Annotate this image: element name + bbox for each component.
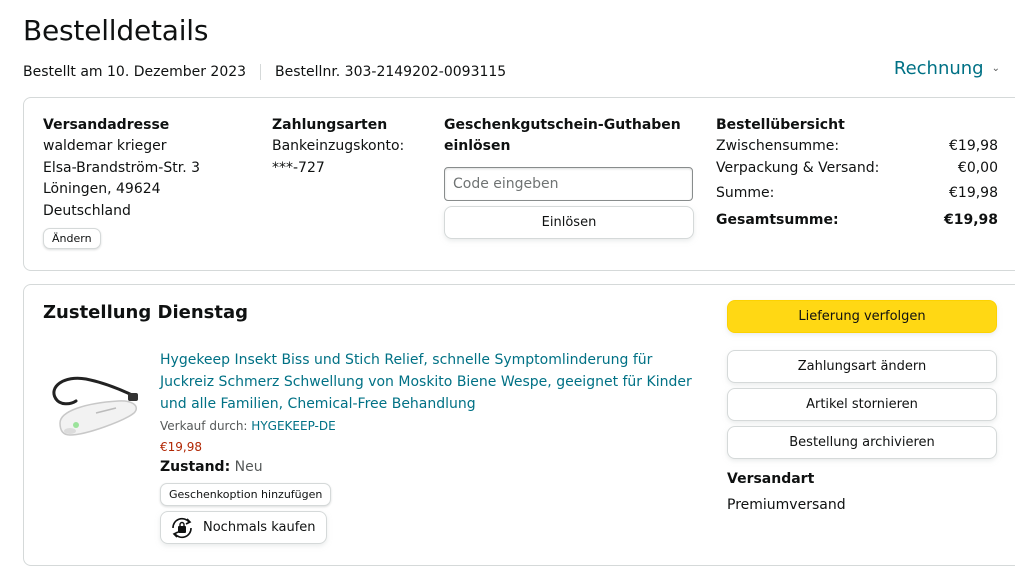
- order-number: Bestellnr. 303-2149202-0093115: [275, 64, 507, 80]
- total-row: Gesamtsumme: €19,98: [716, 210, 998, 232]
- payment-method: Bankeinzugskonto:: [272, 138, 405, 154]
- sold-by-label: Verkauf durch:: [160, 419, 248, 433]
- payment-account: ***-727: [272, 159, 325, 176]
- order-summary-box: Versandadresse waldemar krieger Elsa-Bra…: [23, 97, 1015, 271]
- delivery-title: Zustellung Dienstag: [43, 302, 248, 323]
- total-label: Gesamtsumme:: [716, 211, 839, 228]
- shipping-address: Versandadresse waldemar krieger Elsa-Bra…: [43, 115, 253, 249]
- order-actions: Lieferung verfolgen Zahlungsart ändern A…: [727, 300, 997, 516]
- buy-again-button[interactable]: Nochmals kaufen: [160, 511, 327, 544]
- seller-link[interactable]: HYGEKEEP-DE: [251, 419, 335, 433]
- shipping-label: Verpackung & Versand:: [716, 159, 880, 176]
- archive-order-button[interactable]: Bestellung archivieren: [727, 426, 997, 459]
- sum-value: €19,98: [949, 185, 998, 201]
- product-details: Hygekeep Insekt Biss und Stich Relief, s…: [160, 349, 700, 544]
- product-condition: Zustand: Neu: [160, 457, 700, 477]
- shipping-address-heading: Versandadresse: [43, 117, 170, 133]
- address-name: waldemar krieger: [43, 138, 167, 154]
- buy-again-label: Nochmals kaufen: [203, 520, 316, 535]
- shipping-method-heading: Versandart: [727, 471, 815, 487]
- order-meta: Bestellt am 10. Dezember 2023 Bestellnr.…: [23, 64, 506, 80]
- buy-again-icon: [172, 517, 192, 538]
- order-date: Bestellt am 10. Dezember 2023: [23, 64, 247, 80]
- shipping-method-value: Premiumversand: [727, 497, 846, 513]
- product-price: €19,98: [160, 440, 202, 454]
- redeem-button[interactable]: Einlösen: [444, 206, 694, 239]
- product-title-link[interactable]: Hygekeep Insekt Biss und Stich Relief, s…: [160, 349, 700, 415]
- change-address-button[interactable]: Ändern: [43, 228, 101, 249]
- page-title: Bestelldetails: [23, 14, 209, 47]
- add-gift-option-button[interactable]: Geschenkoption hinzufügen: [160, 483, 332, 506]
- condition-label: Zustand:: [160, 459, 231, 475]
- change-payment-button[interactable]: Zahlungsart ändern: [727, 350, 997, 383]
- payment-heading: Zahlungsarten: [272, 117, 388, 133]
- overview-heading: Bestellübersicht: [716, 117, 845, 133]
- shipping-row: Verpackung & Versand: €0,00: [716, 158, 998, 180]
- product-image[interactable]: [46, 365, 146, 445]
- bite-relief-device-icon: [52, 376, 138, 436]
- condition-value: Neu: [234, 459, 263, 475]
- address-street: Elsa-Brandström-Str. 3: [43, 159, 201, 176]
- address-city: Löningen, 49624: [43, 181, 161, 197]
- invoice-label: Rechnung: [893, 58, 984, 79]
- sum-label: Summe:: [716, 185, 775, 201]
- chevron-down-icon: ⌄: [991, 63, 1000, 74]
- address-country: Deutschland: [43, 202, 131, 219]
- subtotal-value: €19,98: [949, 138, 998, 154]
- order-overview: Bestellübersicht Zwischensumme: €19,98 V…: [716, 115, 998, 231]
- track-delivery-button[interactable]: Lieferung verfolgen: [727, 300, 997, 333]
- subtotal-row: Zwischensumme: €19,98: [716, 136, 998, 158]
- cancel-items-button[interactable]: Artikel stornieren: [727, 388, 997, 421]
- divider: [260, 64, 262, 80]
- gift-code-input[interactable]: [444, 167, 693, 201]
- gift-card-redeem: Geschenkgutschein-Guthaben einlösen Einl…: [444, 115, 694, 239]
- sum-row: Summe: €19,98: [716, 183, 998, 205]
- seller-line: Verkauf durch: HYGEKEEP-DE: [160, 417, 700, 435]
- subtotal-label: Zwischensumme:: [716, 138, 840, 154]
- gift-card-heading: Geschenkgutschein-Guthaben einlösen: [444, 117, 681, 154]
- shipping-value: €0,00: [957, 159, 998, 176]
- delivery-box: Zustellung Dienstag Hygekeep Insekt Biss…: [23, 284, 1015, 566]
- invoice-dropdown[interactable]: Rechnung ⌄: [894, 58, 1000, 79]
- payment-methods: Zahlungsarten Bankeinzugskonto: ***-727: [272, 115, 442, 179]
- total-value: €19,98: [943, 211, 998, 228]
